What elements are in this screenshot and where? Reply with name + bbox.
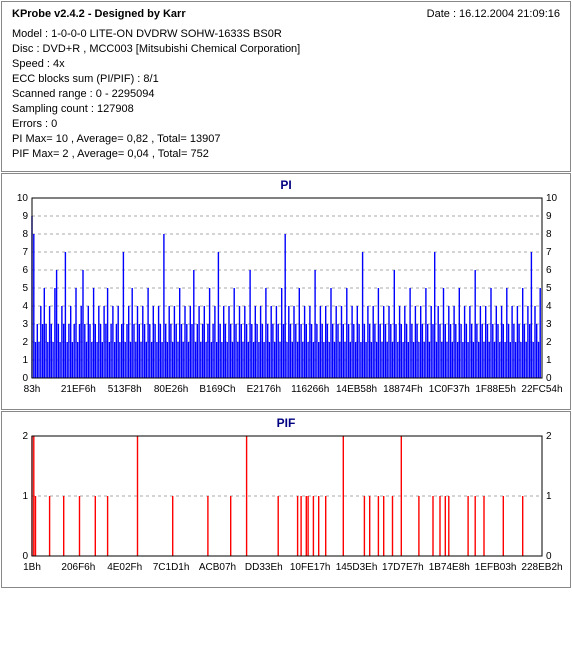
info-errors: Errors : 0 — [12, 118, 560, 130]
svg-text:2: 2 — [546, 431, 552, 442]
svg-text:3: 3 — [22, 319, 28, 330]
svg-text:3: 3 — [546, 319, 552, 330]
svg-text:17D7E7h: 17D7E7h — [382, 562, 424, 573]
info-disc: Disc : DVD+R , MCC003 [Mitsubishi Chemic… — [12, 43, 560, 55]
info-speed: Speed : 4x — [12, 58, 560, 70]
svg-text:0: 0 — [546, 373, 552, 384]
svg-text:80E26h: 80E26h — [154, 384, 188, 395]
svg-text:228EB2h: 228EB2h — [521, 562, 562, 573]
svg-text:6: 6 — [546, 265, 552, 276]
svg-text:7: 7 — [546, 247, 552, 258]
svg-text:8: 8 — [546, 229, 552, 240]
svg-text:116266h: 116266h — [291, 384, 329, 395]
svg-text:18874Fh: 18874Fh — [383, 384, 422, 395]
svg-text:4E02Fh: 4E02Fh — [107, 562, 142, 573]
info-pi: PI Max= 10 , Average= 0,82 , Total= 1390… — [12, 133, 560, 145]
svg-text:DD33Eh: DD33Eh — [245, 562, 283, 573]
svg-text:2: 2 — [22, 431, 28, 442]
pi-chart-title: PI — [4, 178, 568, 192]
svg-text:5: 5 — [22, 283, 28, 294]
info-panel: KProbe v2.4.2 - Designed by Karr Date : … — [1, 1, 571, 172]
date-label: Date : 16.12.2004 21:09:16 — [427, 8, 560, 20]
info-sampling: Sampling count : 127908 — [12, 103, 560, 115]
svg-text:1: 1 — [22, 355, 28, 366]
svg-text:10FE17h: 10FE17h — [290, 562, 331, 573]
info-header: KProbe v2.4.2 - Designed by Karr Date : … — [12, 8, 560, 20]
svg-text:E2176h: E2176h — [247, 384, 281, 395]
svg-text:5: 5 — [546, 283, 552, 294]
svg-text:1: 1 — [22, 491, 28, 502]
pif-chart-title: PIF — [4, 416, 568, 430]
svg-text:B169Ch: B169Ch — [199, 384, 235, 395]
info-model: Model : 1-0-0-0 LITE-ON DVDRW SOHW-1633S… — [12, 28, 560, 40]
pi-chart-panel: PI 0 0 1 1 2 2 3 3 4 4 5 5 6 6 7 7 8 8 9 9 10 10 83h 21EF6h 513F… — [1, 173, 571, 410]
pi-chart: 0 0 1 1 2 2 3 3 4 4 5 5 6 6 7 7 8 8 9 9 10 10 83h 21EF6h 513F8h 8… — [4, 192, 570, 407]
svg-text:1: 1 — [546, 355, 552, 366]
svg-text:9: 9 — [546, 211, 552, 222]
svg-text:0: 0 — [22, 551, 28, 562]
svg-text:83h: 83h — [24, 384, 41, 395]
svg-text:6: 6 — [22, 265, 28, 276]
svg-text:1: 1 — [546, 491, 552, 502]
info-range: Scanned range : 0 - 2295094 — [12, 88, 560, 100]
svg-text:2: 2 — [22, 337, 28, 348]
svg-text:8: 8 — [22, 229, 28, 240]
svg-text:513F8h: 513F8h — [108, 384, 142, 395]
svg-text:22FC54h: 22FC54h — [521, 384, 562, 395]
svg-text:10: 10 — [546, 193, 558, 204]
svg-text:4: 4 — [22, 301, 28, 312]
svg-text:206F6h: 206F6h — [61, 562, 95, 573]
svg-text:2: 2 — [546, 337, 552, 348]
info-pif: PIF Max= 2 , Average= 0,04 , Total= 752 — [12, 148, 560, 160]
svg-text:ACB07h: ACB07h — [199, 562, 236, 573]
info-ecc: ECC blocks sum (PI/PIF) : 8/1 — [12, 73, 560, 85]
svg-text:0: 0 — [546, 551, 552, 562]
svg-text:14EB58h: 14EB58h — [336, 384, 377, 395]
pif-chart-panel: PIF 0 0 1 1 2 2 1Bh 206F6h 4E02Fh 7C1D1h ACB07h DD3… — [1, 411, 571, 588]
svg-text:7C1D1h: 7C1D1h — [153, 562, 190, 573]
svg-text:7: 7 — [22, 247, 28, 258]
svg-text:1C0F37h: 1C0F37h — [429, 384, 470, 395]
svg-text:4: 4 — [546, 301, 552, 312]
svg-text:10: 10 — [17, 193, 29, 204]
svg-text:145D3Eh: 145D3Eh — [336, 562, 378, 573]
app-title: KProbe v2.4.2 - Designed by Karr — [12, 8, 186, 20]
svg-text:1B74E8h: 1B74E8h — [429, 562, 470, 573]
svg-text:1EFB03h: 1EFB03h — [475, 562, 517, 573]
svg-text:1F88E5h: 1F88E5h — [475, 384, 516, 395]
svg-text:21EF6h: 21EF6h — [61, 384, 96, 395]
svg-text:1Bh: 1Bh — [23, 562, 41, 573]
svg-text:9: 9 — [22, 211, 28, 222]
svg-text:0: 0 — [22, 373, 28, 384]
pif-chart: 0 0 1 1 2 2 1Bh 206F6h 4E02Fh 7C1D1h ACB07h DD33Eh 1… — [4, 430, 570, 585]
